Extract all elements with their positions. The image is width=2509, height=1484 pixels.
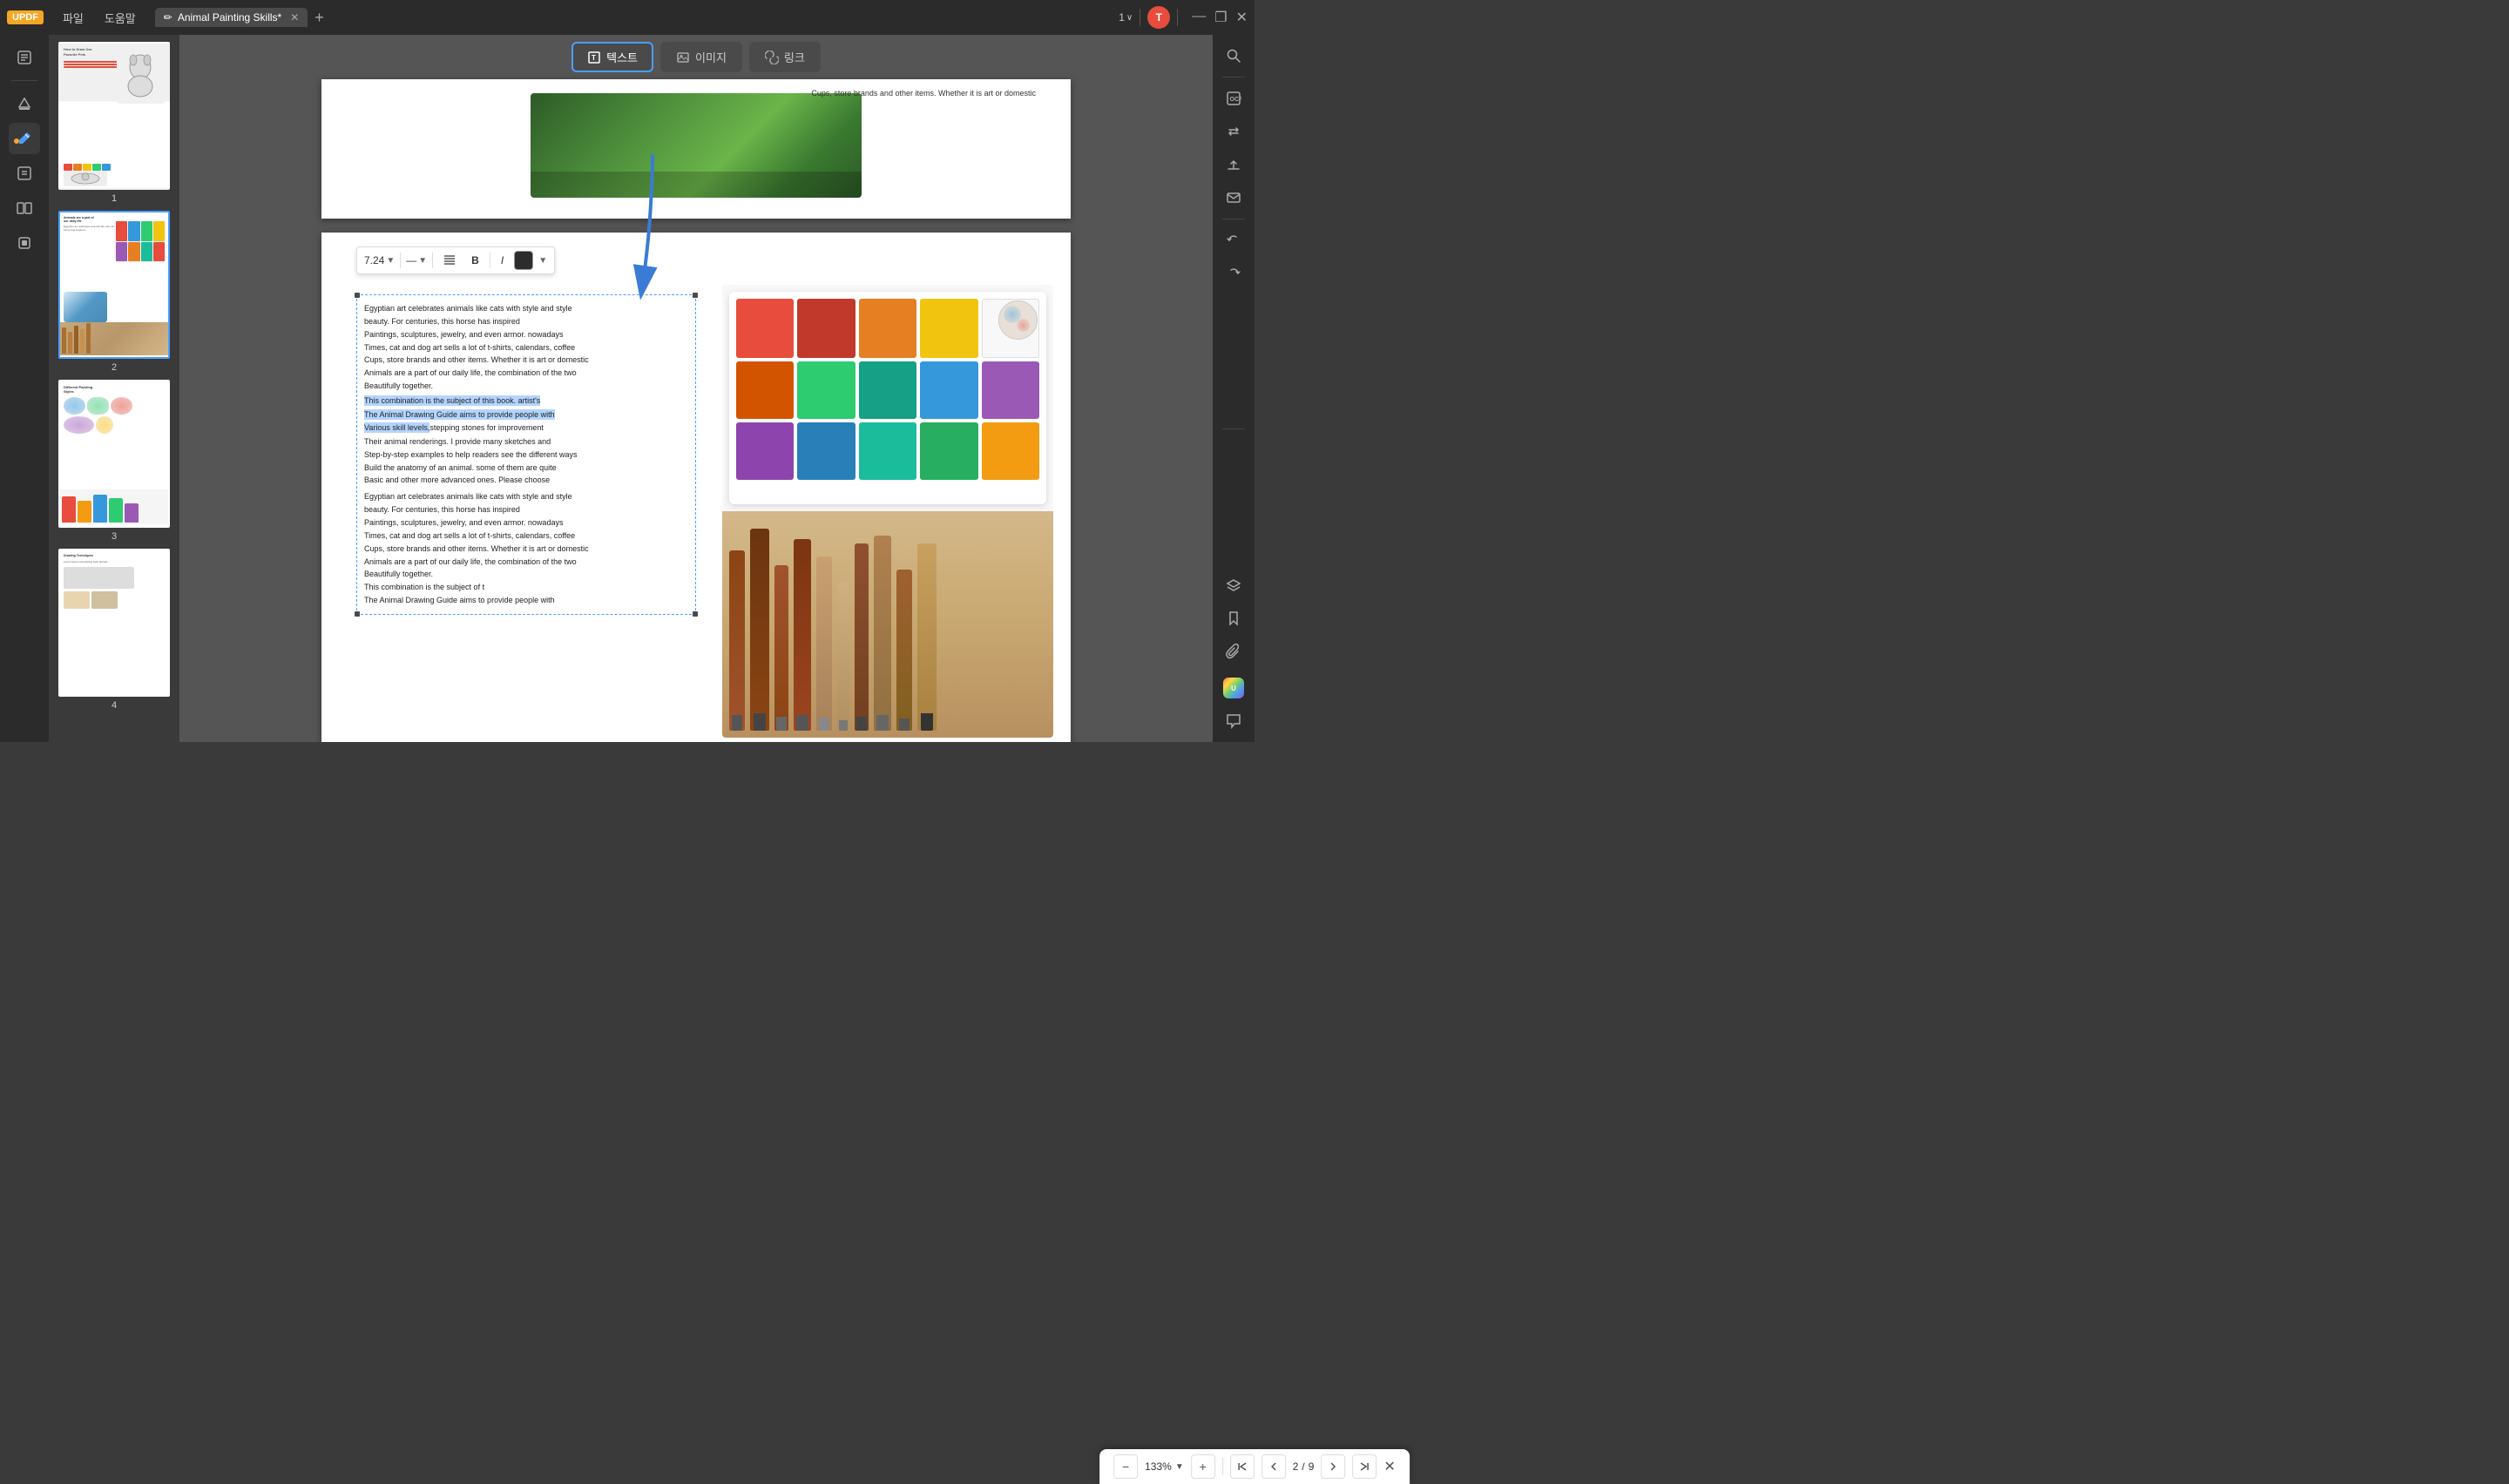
page-arrow-icon: ∨ — [1126, 13, 1133, 23]
page-doc-upper: Cups, store brands and other items. Whet… — [321, 79, 1071, 219]
thumb-image-4: Drawing Techniques Lorem ipsum art paint… — [58, 549, 170, 697]
font-style-dropdown[interactable]: ▼ — [418, 256, 427, 266]
svg-text:T: T — [592, 54, 596, 62]
thumbnail-panel: How to Draw OurFavorite Pets — [49, 35, 179, 742]
main-layout: How to Draw OurFavorite Pets — [0, 35, 1254, 742]
thumb-label-3: 3 — [112, 531, 117, 542]
edit-toolbar: T 텍스트 이미지 링크 — [197, 35, 1195, 79]
toolbar-text-button[interactable]: T 텍스트 — [571, 42, 653, 72]
font-style-control[interactable]: — ▼ — [406, 254, 427, 266]
page-number: 1 — [1119, 11, 1125, 24]
tab-close-button[interactable]: ✕ — [290, 11, 299, 24]
handle-tl[interactable] — [354, 292, 361, 299]
tab-edit-icon: ✏ — [164, 11, 172, 24]
thumbnail-4[interactable]: Drawing Techniques Lorem ipsum art paint… — [56, 549, 172, 711]
italic-button[interactable]: I — [496, 253, 509, 268]
thumbnail-1[interactable]: How to Draw OurFavorite Pets — [56, 42, 172, 204]
font-size-control[interactable]: 7.24 ▼ — [364, 254, 395, 266]
minimize-button[interactable]: — — [1192, 9, 1206, 26]
thumb-image-2: Animals are a part ofour daily life Egyp… — [58, 211, 170, 359]
chat-icon-btn[interactable] — [1220, 707, 1248, 735]
handle-br[interactable] — [692, 610, 699, 617]
content-area[interactable]: T 텍스트 이미지 링크 Cups, store brands and othe… — [179, 35, 1213, 742]
thumbnail-2[interactable]: Animals are a part ofour daily life Egyp… — [56, 211, 172, 373]
right-photo — [722, 285, 1053, 738]
sidebar-icon-highlight[interactable] — [9, 88, 40, 119]
hero-image — [531, 93, 862, 198]
maximize-button[interactable]: ❐ — [1214, 9, 1227, 26]
thumb-label-1: 1 — [112, 193, 117, 204]
sidebar-icon-note[interactable] — [9, 42, 40, 73]
right-sidebar: OCR U — [1213, 35, 1254, 742]
sidebar-icon-compare[interactable] — [9, 192, 40, 224]
topbar-right: 1 ∨ T — ❐ ✕ — [1119, 6, 1248, 29]
close-button[interactable]: ✕ — [1236, 9, 1248, 26]
align-button[interactable] — [438, 252, 461, 270]
updf-rainbow-icon-btn[interactable]: U — [1220, 674, 1248, 702]
ocr-icon-btn[interactable]: OCR — [1220, 84, 1248, 112]
selected-text: This combination is the subject of this … — [364, 395, 688, 435]
body-text-2: Their animal renderings. I provide many … — [364, 435, 688, 487]
left-sidebar — [0, 35, 49, 742]
email-icon-btn[interactable] — [1220, 184, 1248, 212]
search-icon-btn[interactable] — [1220, 42, 1248, 70]
new-tab-button[interactable]: + — [309, 9, 329, 27]
toolbar-image-button[interactable]: 이미지 — [660, 42, 742, 72]
page-indicator[interactable]: 1 ∨ — [1119, 11, 1133, 24]
tab-active[interactable]: ✏ Animal Painting Skills* ✕ — [155, 8, 308, 27]
handle-bl[interactable] — [354, 610, 361, 617]
sidebar-icon-stamp[interactable] — [9, 227, 40, 259]
user-avatar[interactable]: T — [1147, 6, 1170, 29]
bold-button[interactable]: B — [466, 253, 484, 268]
toolbar-link-button[interactable]: 링크 — [749, 42, 821, 72]
attachment-icon-btn[interactable] — [1220, 637, 1248, 665]
menu-help[interactable]: 도움말 — [96, 6, 145, 30]
thumbnail-3[interactable]: Different PaintingStyles — [56, 380, 172, 542]
svg-text:OCR: OCR — [1230, 97, 1242, 103]
upload-icon-btn[interactable] — [1220, 151, 1248, 179]
main-text-block[interactable]: Egyptian art celebrates animals like cat… — [356, 294, 696, 615]
body-text-3: Egyptian art celebrates animals like cat… — [364, 490, 688, 607]
font-size-dropdown[interactable]: ▼ — [386, 256, 395, 266]
menu-file[interactable]: 파일 — [54, 6, 92, 30]
thumb-label-4: 4 — [112, 700, 117, 711]
tab-area: ✏ Animal Painting Skills* ✕ + — [155, 8, 1115, 27]
page-doc-lower: 7.24 ▼ — ▼ B I ▼ — [321, 233, 1071, 742]
body-text-1: Egyptian art celebrates animals like cat… — [364, 302, 688, 393]
font-size-value: 7.24 — [364, 254, 384, 266]
sidebar-icon-sticker[interactable] — [9, 158, 40, 189]
thumb-image-3: Different PaintingStyles — [58, 380, 170, 528]
app-logo[interactable]: UPDF — [7, 10, 44, 24]
color-swatch[interactable] — [514, 251, 533, 270]
layers-icon-btn[interactable] — [1220, 571, 1248, 599]
font-dash: — — [406, 254, 416, 266]
thumb-label-2: 2 — [112, 362, 117, 373]
window-controls: — ❐ ✕ — [1192, 9, 1248, 26]
text-format-bar: 7.24 ▼ — ▼ B I ▼ — [356, 246, 555, 274]
upper-right-text: Cups, store brands and other items. Whet… — [811, 88, 1036, 99]
handle-tr[interactable] — [692, 292, 699, 299]
convert-icon-btn[interactable] — [1220, 118, 1248, 145]
topbar: UPDF 파일 도움말 ✏ Animal Painting Skills* ✕ … — [0, 0, 1254, 35]
undo-icon-btn[interactable] — [1220, 226, 1248, 254]
sidebar-icon-edit[interactable] — [9, 123, 40, 154]
redo-icon-btn[interactable] — [1220, 260, 1248, 287]
bookmark-icon-btn[interactable] — [1220, 604, 1248, 632]
tab-label: Animal Painting Skills* — [178, 11, 281, 24]
color-dropdown[interactable]: ▼ — [538, 256, 547, 266]
thumb-image-1: How to Draw OurFavorite Pets — [58, 42, 170, 190]
